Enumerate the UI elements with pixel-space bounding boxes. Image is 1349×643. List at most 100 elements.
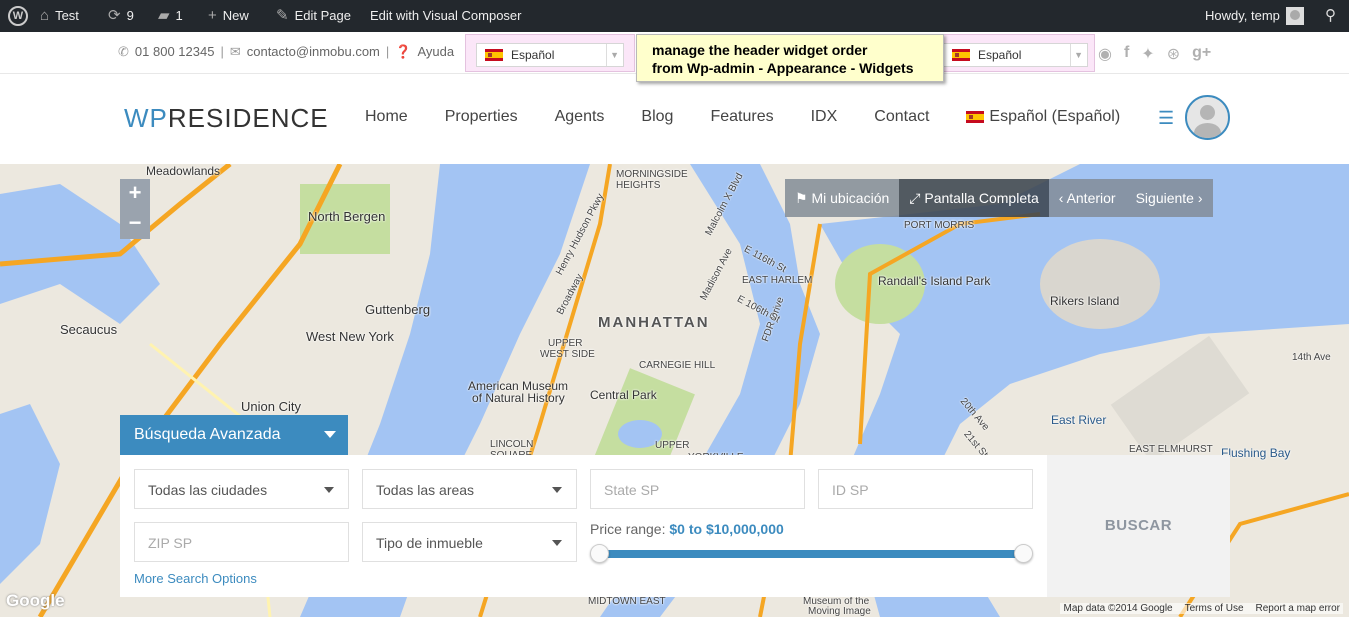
my-location-button[interactable]: ⚑ Mi ubicación [785, 179, 900, 217]
advanced-search-panel: Todas las ciudades Todas las areas State… [120, 455, 1047, 597]
site-name-button[interactable]: ⌂ Test [40, 0, 79, 32]
state-input-placeholder: State SP [604, 482, 660, 498]
nav-contact[interactable]: Contact [874, 108, 929, 126]
google-logo: Google [6, 591, 65, 610]
map-label: LINCOLN [490, 439, 534, 450]
pencil-icon: ✎ [276, 7, 289, 24]
hamburger-menu-icon[interactable]: ☰ [1158, 108, 1174, 129]
id-input-placeholder: ID SP [832, 482, 869, 498]
map-label: UPPER [655, 440, 690, 451]
map-label: Flushing Bay [1221, 446, 1291, 460]
updates-button[interactable]: ⟳ 9 [108, 0, 134, 32]
rss-icon[interactable]: ◉ [1098, 44, 1112, 64]
admin-search-button[interactable]: ⚲ [1325, 0, 1336, 32]
price-range-title: Price range: [590, 521, 666, 537]
next-button[interactable]: Siguiente › [1125, 179, 1213, 217]
next-label: Siguiente [1135, 190, 1194, 206]
area-select[interactable]: Todas las areas [362, 469, 577, 509]
chevron-down-icon: ▼ [606, 44, 619, 66]
language-widget-right: Español ▼ [940, 34, 1095, 72]
spain-flag-icon [952, 49, 970, 61]
chevron-left-icon: ‹ [1058, 190, 1067, 206]
site-logo[interactable]: WPRESIDENCE [124, 103, 329, 134]
tooltip-line-2: from Wp-admin - Appearance - Widgets [652, 60, 914, 76]
visual-composer-button[interactable]: Edit with Visual Composer [370, 0, 522, 32]
comment-icon: ▰ [158, 7, 170, 24]
language-select-right[interactable]: Español ▼ [943, 43, 1088, 67]
nav-blog[interactable]: Blog [641, 108, 673, 126]
plus-icon: + [208, 7, 217, 24]
visual-composer-label: Edit with Visual Composer [370, 8, 522, 23]
language-select-left[interactable]: Español ▼ [476, 43, 624, 67]
help-link[interactable]: Ayuda [417, 44, 454, 60]
price-slider-min-handle[interactable] [590, 544, 609, 563]
city-select[interactable]: Todas las ciudades [134, 469, 349, 509]
advanced-search-label: Búsqueda Avanzada [134, 426, 281, 443]
wp-admin-bar: W ⌂ Test ⟳ 9 ▰ 1 + New ✎ Edit Page Edit with … [0, 0, 1349, 32]
terms-link[interactable]: Terms of Use [1185, 603, 1244, 614]
social-links: ◉ f ✦ ⊛ g+ [1098, 44, 1211, 64]
user-avatar-small [1285, 7, 1304, 25]
city-select-value: Todas las ciudades [148, 482, 268, 498]
nav-idx[interactable]: IDX [811, 108, 838, 126]
price-range-label: Price range: $0 to $10,000,000 [590, 521, 784, 537]
google-plus-icon[interactable]: g+ [1192, 44, 1211, 64]
state-input[interactable]: State SP [590, 469, 805, 509]
comments-button[interactable]: ▰ 1 [158, 0, 183, 32]
facebook-icon[interactable]: f [1124, 44, 1129, 64]
tooltip-line-1: manage the header widget order [652, 42, 868, 58]
new-content-button[interactable]: + New [208, 0, 249, 32]
zoom-out-button[interactable]: − [120, 209, 150, 239]
map-footer: Map data ©2014 Google Terms of Use Repor… [1060, 603, 1343, 614]
widget-order-tooltip: manage the header widget order from Wp-a… [636, 34, 944, 82]
dribbble-icon[interactable]: ⊛ [1167, 44, 1180, 64]
my-account-button[interactable]: Howdy, temp [1205, 0, 1304, 32]
expand-icon: ⤢ [909, 190, 925, 206]
map-label: CARNEGIE HILL [639, 360, 716, 371]
advanced-search-tab[interactable]: Búsqueda Avanzada [120, 415, 348, 455]
zoom-in-button[interactable]: + [120, 179, 150, 209]
map-label: Rikers Island [1050, 294, 1120, 308]
help-icon: ❓ [395, 44, 412, 59]
edit-page-button[interactable]: ✎ Edit Page [276, 0, 351, 32]
price-slider-max-handle[interactable] [1014, 544, 1033, 563]
logo-residence: RESIDENCE [167, 103, 329, 133]
caret-down-icon [552, 487, 562, 493]
fullscreen-label: Pantalla Completa [924, 190, 1039, 206]
chevron-down-icon: ▼ [1070, 44, 1083, 66]
nav-home[interactable]: Home [365, 108, 408, 126]
language-select-right-value: Español [978, 48, 1022, 62]
edit-page-label: Edit Page [294, 8, 351, 23]
nav-properties[interactable]: Properties [445, 108, 518, 126]
map-pin-icon: ⚑ [795, 190, 812, 206]
user-avatar[interactable] [1185, 95, 1230, 140]
price-slider-track[interactable] [600, 550, 1024, 558]
contact-info: ✆ 01 800 12345 | ✉ contacto@inmobu.com |… [118, 44, 454, 60]
previous-button[interactable]: ‹ Anterior [1048, 179, 1126, 217]
twitter-icon[interactable]: ✦ [1141, 44, 1154, 64]
search-button[interactable]: BUSCAR [1047, 455, 1230, 597]
nav-language-label: Español (Español) [989, 108, 1121, 125]
nav-language[interactable]: Español (Español) [966, 108, 1120, 126]
property-type-select[interactable]: Tipo de inmueble [362, 522, 577, 562]
map-label: North Bergen [308, 209, 386, 224]
nav-features[interactable]: Features [710, 108, 773, 126]
map-label: MORNINGSIDE [616, 169, 688, 180]
more-search-options-link[interactable]: More Search Options [134, 571, 257, 586]
map-label: Randall's Island Park [878, 274, 991, 288]
id-input[interactable]: ID SP [818, 469, 1033, 509]
property-type-value: Tipo de inmueble [376, 535, 483, 551]
map-label: West New York [306, 329, 394, 344]
comments-count: 1 [175, 8, 183, 23]
separator: | [220, 44, 224, 59]
wp-logo-button[interactable]: W [8, 0, 28, 32]
report-error-link[interactable]: Report a map error [1256, 603, 1340, 614]
zip-input[interactable]: ZIP SP [134, 522, 349, 562]
nav-agents[interactable]: Agents [555, 108, 605, 126]
email-link[interactable]: contacto@inmobu.com [247, 44, 380, 60]
map-label: Secaucus [60, 322, 118, 337]
map-label: UPPER [548, 338, 583, 349]
site-header: WPRESIDENCE Home Properties Agents Blog … [0, 74, 1349, 164]
map-controls: ⚑ Mi ubicación ⤢ Pantalla Completa ‹ Ant… [785, 179, 1213, 217]
fullscreen-button[interactable]: ⤢ Pantalla Completa [899, 179, 1049, 217]
